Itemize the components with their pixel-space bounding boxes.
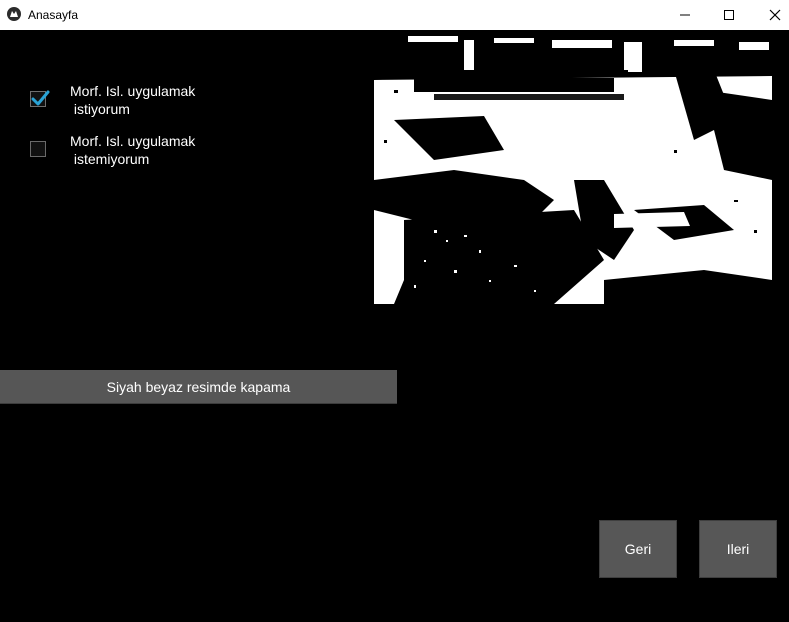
binary-closing-button[interactable]: Siyah beyaz resimde kapama [0, 370, 397, 404]
main-content: Morf. Isl. uygulamak istiyorum Morf. Isl… [0, 30, 789, 622]
skip-morph-checkbox[interactable] [30, 141, 46, 157]
close-button[interactable] [752, 0, 789, 30]
minimize-button[interactable] [662, 0, 708, 30]
close-icon [769, 9, 781, 21]
title-bar[interactable]: Anasayfa [0, 0, 789, 30]
apply-morph-label: Morf. Isl. uygulamak istiyorum [70, 83, 196, 117]
binary-image-preview [374, 30, 772, 304]
apply-morph-checkbox[interactable] [30, 90, 50, 107]
back-button[interactable]: Geri [599, 520, 677, 578]
window-title: Anasayfa [28, 8, 79, 22]
binary-image [374, 30, 772, 304]
maximize-icon [724, 10, 734, 20]
maximize-button[interactable] [706, 0, 752, 30]
skip-morph-label: Morf. Isl. uygulamak istemiyorum [70, 133, 196, 167]
kivy-logo-icon [7, 7, 21, 21]
next-button[interactable]: Ileri [699, 520, 777, 578]
checkmark-icon [31, 90, 50, 106]
minimize-icon [680, 14, 690, 16]
app-window: Anasayfa Morf. Isl. uygulamak istiyorum … [0, 0, 789, 622]
